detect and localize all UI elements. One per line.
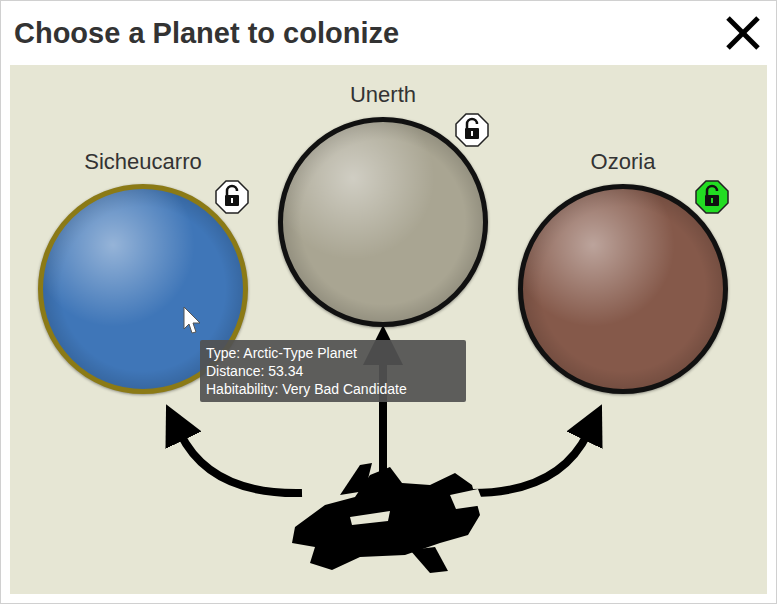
planet-frame[interactable]: [518, 184, 728, 394]
colonize-dialog: Choose a Planet to colonize Sicheucarro Un…: [0, 0, 777, 604]
close-x-icon[interactable]: [725, 15, 761, 51]
lock-badge-icon: [695, 180, 729, 214]
lock-badge-icon: [455, 113, 489, 147]
planet-name: Ozoria: [591, 149, 656, 175]
planet-frame[interactable]: [278, 117, 488, 327]
close-button[interactable]: [724, 14, 762, 52]
planet-name: Unerth: [350, 82, 416, 108]
mouse-cursor-icon: [182, 305, 204, 335]
planet-name: Sicheucarro: [84, 149, 201, 175]
planet-tooltip: Type: Arctic-Type PlanetDistance: 53.34H…: [200, 340, 466, 402]
dialog-title: Choose a Planet to colonize: [14, 17, 399, 50]
planet-globe[interactable]: [278, 117, 488, 327]
planet-option[interactable]: Ozoria: [503, 149, 743, 394]
spaceship-icon: [292, 463, 484, 573]
tooltip-line: Distance: 53.34: [206, 362, 460, 380]
planet-canvas: Sicheucarro Unerth Ozoria Type: Arctic-Type…: [10, 65, 767, 594]
dialog-header: Choose a Planet to colonize: [1, 1, 776, 65]
tooltip-line: Type: Arctic-Type Planet: [206, 344, 460, 362]
planet-globe[interactable]: [518, 184, 728, 394]
tooltip-line: Habitability: Very Bad Candidate: [206, 380, 460, 398]
lock-badge-icon: [215, 180, 249, 214]
